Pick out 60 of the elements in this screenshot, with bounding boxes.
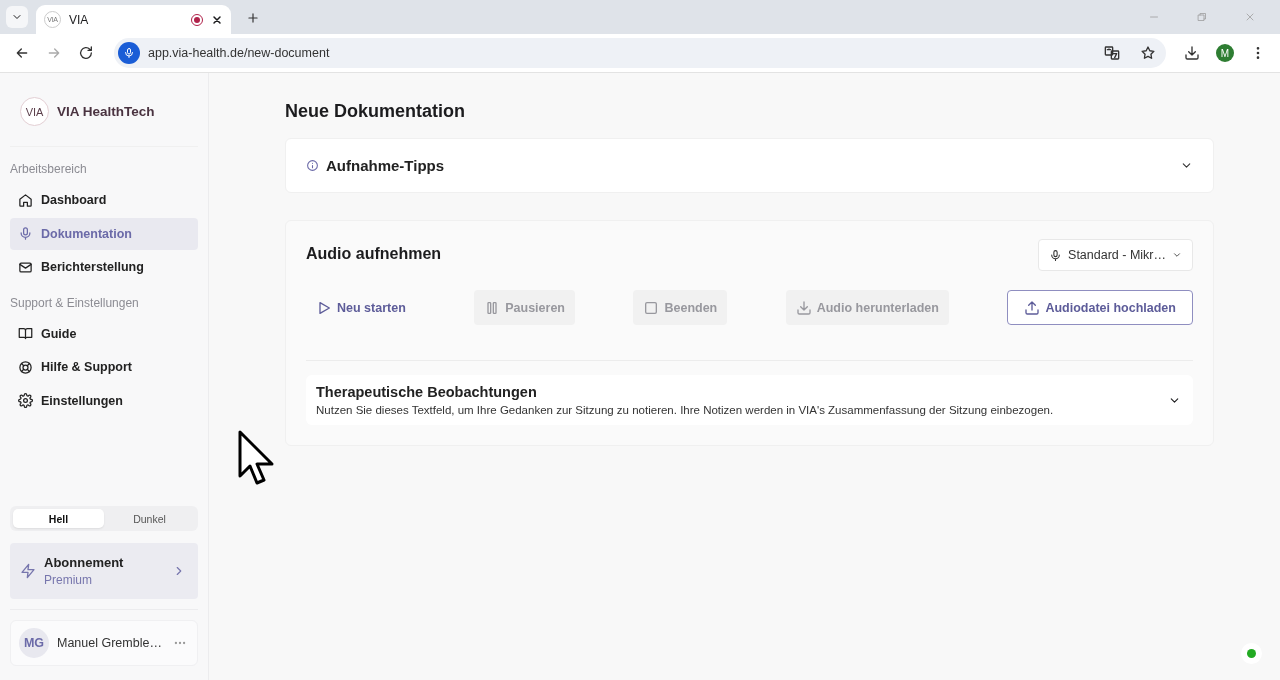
user-card[interactable]: MG Manuel Gremble… — [10, 620, 198, 666]
star-icon — [1140, 45, 1156, 61]
envelope-icon — [18, 259, 33, 275]
panel-title: Aufnahme-Tipps — [326, 157, 445, 174]
user-name: Manuel Gremble… — [57, 636, 163, 650]
avatar: MG — [19, 628, 49, 658]
section-title: Support & Einstellungen — [10, 294, 140, 312]
panel-title: Therapeutische Beobachtungen — [316, 384, 538, 400]
address-bar[interactable]: app.via-health.de/new-document — [114, 38, 1166, 68]
theme-option[interactable]: Dunkel — [104, 509, 195, 528]
microphone-icon — [18, 226, 33, 241]
section-title: Arbeitsbereich — [10, 161, 88, 178]
microphone-select[interactable]: Standard - Mikr… — [1038, 239, 1193, 271]
translate-icon — [1104, 45, 1120, 61]
plus-icon — [246, 11, 260, 25]
url-text: app.via-health.de/new-document — [148, 46, 330, 60]
mouse-pointer-icon — [238, 430, 276, 486]
tab-title: VIA — [69, 12, 90, 27]
theme-option[interactable]: Hell — [13, 509, 104, 528]
lifebuoy-icon — [18, 359, 33, 375]
tips-panel[interactable]: Aufnahme-Tipps — [285, 138, 1214, 193]
download-icon — [795, 299, 812, 316]
subscription-title: Abonnement — [44, 555, 125, 570]
subscription-card[interactable]: Abonnement Premium — [10, 543, 198, 599]
lightning-icon — [20, 563, 36, 579]
back-icon — [14, 45, 30, 61]
restore-icon — [1196, 11, 1208, 23]
chevron-down-icon — [1172, 250, 1182, 260]
nav-item[interactable]: Dokumentation — [10, 217, 198, 250]
audio-button[interactable]: Audiodatei hochladen — [1007, 290, 1193, 325]
panel-description: Nutzen Sie dieses Textfeld, um Ihre Gedanken zur Sitzung zu notieren. Ihre Notizen werden in VIA's Zusammenfassung der Sitzung einbezogen. — [316, 404, 1055, 416]
book-icon — [18, 326, 33, 341]
microphone-icon — [1049, 248, 1063, 262]
nav-item[interactable]: Berichterstellung — [10, 251, 198, 283]
brand-name: VIA HealthTech — [57, 104, 155, 119]
profile-button[interactable]: M — [1216, 44, 1234, 62]
nav-item[interactable]: Einstellungen — [10, 384, 198, 417]
upload-icon — [1024, 299, 1041, 316]
forward-icon — [46, 45, 62, 61]
play-icon — [316, 299, 332, 316]
audio-button[interactable]: Neu starten — [306, 290, 416, 325]
download-icon — [1184, 45, 1200, 61]
stop-icon — [643, 299, 660, 316]
section-heading: Audio aufnehmen — [306, 245, 442, 263]
reload-icon — [78, 45, 94, 61]
nav-item[interactable]: Hilfe & Support — [10, 351, 198, 383]
close-icon — [211, 13, 223, 26]
tab-list-button[interactable] — [6, 6, 28, 28]
settings-icon — [18, 393, 33, 408]
page-title: Neue Dokumentation — [285, 101, 467, 122]
close-tab-button[interactable] — [211, 13, 223, 26]
info-icon — [306, 159, 319, 172]
subscription-plan: Premium — [44, 573, 93, 587]
nav-item[interactable]: Dashboard — [10, 184, 198, 216]
home-icon — [18, 192, 33, 208]
notes-panel[interactable]: Therapeutische Beobachtungen Nutzen Sie dieses Textfeld, um Ihre Gedanken zur Sitzung zu notieren. Ihre Notizen werden in VIA's Zusammenfassung der Sitzung einbezogen. — [306, 375, 1193, 425]
nav-item[interactable]: Guide — [10, 317, 198, 350]
logo: VIA — [20, 97, 49, 126]
close-window-icon — [1244, 11, 1256, 23]
microphone-icon — [123, 47, 135, 59]
